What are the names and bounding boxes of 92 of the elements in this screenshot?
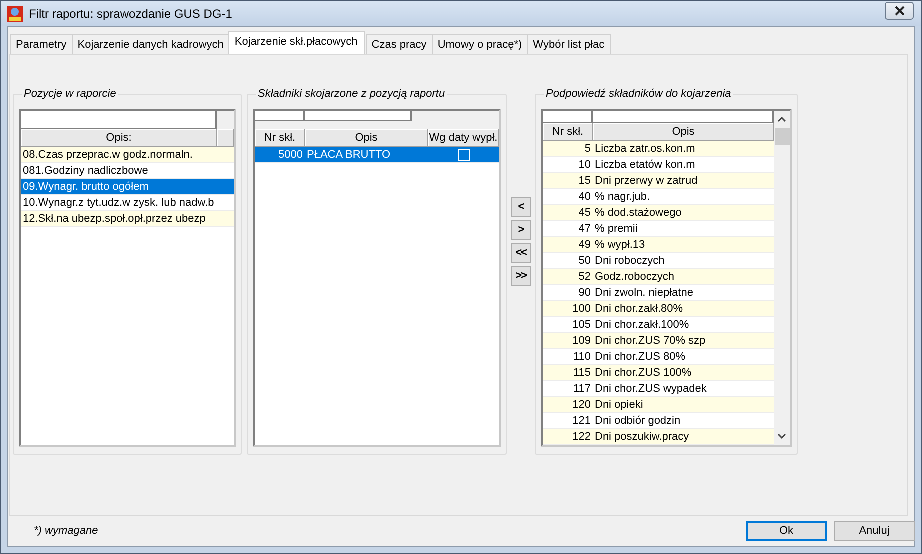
table-cell-text: Godz.roboczych xyxy=(594,270,676,284)
scrollbar[interactable] xyxy=(774,111,790,445)
table-cell-text: 117 xyxy=(572,382,592,396)
table-cell-text: PŁACA BRUTTO xyxy=(306,148,392,162)
list-row[interactable]: 12.Skł.na ubezp.społ.opł.przez ubezp xyxy=(21,211,234,227)
table-cell-text: Dni chor.zakł.100% xyxy=(594,318,690,332)
table-cell-text: 100 xyxy=(572,302,592,316)
table-cell-text: 12.Skł.na ubezp.społ.opł.przez ubezp xyxy=(22,212,207,226)
table-cell-text: Dni poszukiw.pracy xyxy=(594,430,690,444)
app-icon xyxy=(7,6,23,22)
column-header[interactable]: Opis: xyxy=(21,129,217,147)
table-cell-text: 15 xyxy=(578,174,592,188)
tab[interactable]: Kojarzenie skł.płacowych xyxy=(228,31,365,54)
column-header[interactable]: Opis xyxy=(305,129,428,147)
table-cell-text: % premii xyxy=(594,222,639,236)
filter-field[interactable] xyxy=(543,111,593,123)
filter-field[interactable] xyxy=(593,111,774,123)
tab[interactable]: Wybór list płac xyxy=(527,34,611,54)
group-title: Pozycje w raporcie xyxy=(23,88,118,100)
table-cell-text: 115 xyxy=(572,366,592,380)
table-cell-text: Dni chor.ZUS wypadek xyxy=(594,382,708,396)
table-cell-text: 109 xyxy=(572,334,592,348)
table-cell-text: 90 xyxy=(578,286,592,300)
table-cell-text: 5 xyxy=(584,142,592,156)
table-cell-text: 09.Wynagr. brutto ogółem xyxy=(22,180,150,194)
table-cell-text: 10 xyxy=(578,158,592,172)
filter-field[interactable] xyxy=(305,111,412,120)
table-cell-text: % wypł.13 xyxy=(594,238,646,252)
move-button[interactable]: << xyxy=(511,243,531,263)
table-cell-text: % nagr.jub. xyxy=(594,190,652,204)
table-cell-text: 08.Czas przeprac.w godz.normaln. xyxy=(22,148,194,162)
checkbox[interactable] xyxy=(458,148,470,160)
column-header[interactable]: Wg daty wypł. xyxy=(428,129,499,147)
close-button[interactable] xyxy=(885,2,914,20)
column-header[interactable]: Nr skł. xyxy=(255,129,305,147)
move-button[interactable]: < xyxy=(511,197,531,217)
tab[interactable]: Czas pracy xyxy=(366,34,433,54)
table-cell-text: 081.Godziny nadliczbowe xyxy=(22,164,150,178)
table-cell-text: Dni przerwy w zatrud xyxy=(594,174,699,188)
table-cell-text: 105 xyxy=(572,318,592,332)
list-row[interactable]: 122 Dni poszukiw.pracy xyxy=(543,429,774,445)
table-cell-text: Dni zwoln. niepłatne xyxy=(594,286,694,300)
column-header[interactable]: Nr skł. xyxy=(543,123,593,141)
table-cell-text: % dod.stażowego xyxy=(594,206,683,220)
window-title: Filtr raportu: sprawozdanie GUS DG-1 xyxy=(29,6,234,20)
table-cell-text: 10.Wynagr.z tyt.udz.w zysk. lub nadw.b xyxy=(22,196,216,210)
table-cell-text: 52 xyxy=(578,270,592,284)
list-row[interactable]: 115 Dni chor.ZUS 100% xyxy=(543,365,774,381)
table-cell-text: Dni chor.ZUS 100% xyxy=(594,366,693,380)
list-row[interactable]: 08.Czas przeprac.w godz.normaln. xyxy=(21,147,234,163)
tab[interactable]: Parametry xyxy=(10,34,73,54)
list-row[interactable]: 52 Godz.roboczych xyxy=(543,269,774,285)
list-row[interactable]: 5000 PŁACA BRUTTO xyxy=(255,147,499,163)
table-cell-text: Dni roboczych xyxy=(594,254,666,268)
table-cell-text: Dni opieki xyxy=(594,398,644,412)
dialog-button[interactable]: Ok xyxy=(746,521,827,541)
table-cell-text: 120 xyxy=(572,398,592,412)
table-cell-text: 5000 xyxy=(278,148,304,162)
required-note: *) wymagane xyxy=(34,525,100,537)
dialog-button[interactable]: Anuluj xyxy=(834,521,915,541)
table-cell-text: Dni chor.ZUS 70% szp xyxy=(594,334,707,348)
filter-field[interactable] xyxy=(255,111,305,120)
list-row[interactable]: 49 % wypł.13 xyxy=(543,237,774,253)
table-cell-text: 122 xyxy=(572,430,592,444)
column-header[interactable] xyxy=(217,129,234,147)
close-icon xyxy=(894,6,904,16)
list-row[interactable]: 109 Dni chor.ZUS 70% szp xyxy=(543,333,774,349)
table-cell-text: Dni odbiór godzin xyxy=(594,414,682,428)
table-cell-text: 40 xyxy=(578,190,592,204)
list-row[interactable]: 120 Dni opieki xyxy=(543,397,774,413)
list-row[interactable]: 45 % dod.stażowego xyxy=(543,205,774,221)
list-row[interactable]: 100 Dni chor.zakł.80% xyxy=(543,301,774,317)
move-button[interactable]: > xyxy=(511,220,531,240)
table-cell-text: 121 xyxy=(572,414,592,428)
list-row[interactable]: 5 Liczba zatr.os.kon.m xyxy=(543,141,774,157)
table-cell-text: Dni chor.ZUS 80% xyxy=(594,350,686,364)
group-title: Składniki skojarzone z pozycją raportu xyxy=(257,88,446,100)
table-cell-text: Dni chor.zakł.80% xyxy=(594,302,684,316)
column-header[interactable]: Opis xyxy=(593,123,774,141)
table-cell-text: 110 xyxy=(572,350,592,364)
table-cell-text: 50 xyxy=(578,254,592,268)
table-cell-text: Liczba etatów kon.m xyxy=(594,158,696,172)
filter-field[interactable] xyxy=(21,111,217,129)
list-row[interactable]: 15 Dni przerwy w zatrud xyxy=(543,173,774,189)
move-button[interactable]: >> xyxy=(511,266,531,286)
list-row[interactable]: 09.Wynagr. brutto ogółem xyxy=(21,179,234,195)
table-cell-text: Liczba zatr.os.kon.m xyxy=(594,142,696,156)
table-cell-text: 49 xyxy=(578,238,592,252)
group-title: Podpowiedź składników do kojarzenia xyxy=(545,88,732,100)
table-cell-text: 47 xyxy=(578,222,592,236)
scroll-thumb[interactable] xyxy=(774,128,790,145)
table-cell-text: 45 xyxy=(578,206,592,220)
